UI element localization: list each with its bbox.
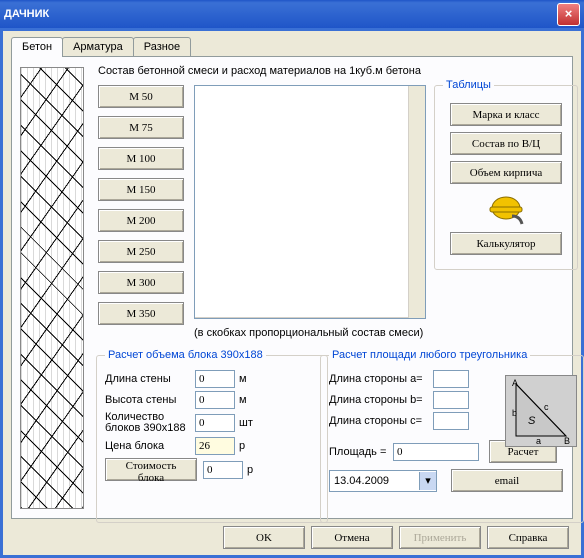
button-bar: OK Отмена Применить Справка <box>3 526 581 549</box>
svg-text:B: B <box>564 436 570 446</box>
wc-ratio-button[interactable]: Состав по В/Ц <box>450 132 562 155</box>
output-textarea[interactable] <box>194 85 426 319</box>
ok-button[interactable]: OK <box>223 526 305 549</box>
grade-m300[interactable]: М 300 <box>98 271 184 294</box>
side-c-input[interactable] <box>433 412 469 430</box>
price-input[interactable] <box>195 437 235 455</box>
page-heading: Состав бетонной смеси и расход материало… <box>98 65 421 77</box>
cost-output[interactable] <box>203 461 243 479</box>
block-legend: Расчет объема блока 390х188 <box>105 349 266 361</box>
tables-group: Таблицы Марка и класс Состав по В/Ц Объе… <box>434 79 578 270</box>
qty-input[interactable] <box>195 414 235 432</box>
triangle-group: Расчет площади любого треугольника A Bb a c… <box>320 349 584 523</box>
cancel-button[interactable]: Отмена <box>311 526 393 549</box>
triangle-figure: A Bb a cS <box>505 375 577 447</box>
grade-m350[interactable]: М 350 <box>98 302 184 325</box>
side-b-label: Длина стороны b= <box>329 394 433 406</box>
wall-len-label: Длина стены <box>105 373 195 385</box>
unit-m: м <box>239 373 257 385</box>
help-button[interactable]: Справка <box>487 526 569 549</box>
wall-len-input[interactable] <box>195 370 235 388</box>
tab-strip: Бетон Арматура Разное <box>11 37 190 57</box>
block-group: Расчет объема блока 390х188 Длина стены м… <box>96 349 328 523</box>
grade-column: М 50 М 75 М 100 М 150 М 200 М 250 М 300 … <box>98 85 184 333</box>
window-title: ДАЧНИК <box>4 8 557 20</box>
client-area: Бетон Арматура Разное Состав бетонной см… <box>3 31 581 555</box>
apply-button[interactable]: Применить <box>399 526 481 549</box>
tab-rebar[interactable]: Арматура <box>62 37 134 57</box>
brick-volume-button[interactable]: Объем кирпича <box>450 161 562 184</box>
area-output[interactable] <box>393 443 479 461</box>
tab-concrete[interactable]: Бетон <box>11 37 63 57</box>
email-button[interactable]: email <box>451 469 563 492</box>
side-a-label: Длина стороны a= <box>329 373 433 385</box>
unit-rub2: р <box>247 464 265 476</box>
grade-m200[interactable]: М 200 <box>98 209 184 232</box>
helmet-icon <box>486 192 526 226</box>
note-text: (в скобках пропорциональный состав смеси… <box>194 327 423 339</box>
date-value: 13.04.2009 <box>330 475 419 487</box>
mark-class-button[interactable]: Марка и класс <box>450 103 562 126</box>
wall-h-input[interactable] <box>195 391 235 409</box>
side-image <box>20 67 84 509</box>
unit-rub: р <box>239 440 257 452</box>
svg-text:b: b <box>512 408 517 418</box>
grade-m50[interactable]: М 50 <box>98 85 184 108</box>
price-label: Цена блока <box>105 440 195 452</box>
calculator-button[interactable]: Калькулятор <box>450 232 562 255</box>
side-c-label: Длина стороны c= <box>329 415 433 427</box>
grade-m250[interactable]: М 250 <box>98 240 184 263</box>
grade-m100[interactable]: М 100 <box>98 147 184 170</box>
svg-text:c: c <box>544 402 549 412</box>
area-label: Площадь = <box>329 446 393 458</box>
tables-legend: Таблицы <box>443 79 494 91</box>
svg-text:a: a <box>536 436 541 446</box>
unit-pcs: шт <box>239 417 257 429</box>
svg-text:S: S <box>528 415 536 427</box>
side-b-input[interactable] <box>433 391 469 409</box>
qty-label: Количество блоков 390х188 <box>105 412 195 434</box>
triangle-legend: Расчет площади любого треугольника <box>329 349 530 361</box>
grade-m75[interactable]: М 75 <box>98 116 184 139</box>
grade-m150[interactable]: М 150 <box>98 178 184 201</box>
tab-panel: Состав бетонной смеси и расход материало… <box>11 56 573 519</box>
block-cost-button[interactable]: Стоимость блока <box>105 458 197 481</box>
svg-text:A: A <box>512 378 518 388</box>
close-icon[interactable]: × <box>557 3 580 26</box>
chevron-down-icon[interactable]: ▾ <box>419 472 436 490</box>
wall-h-label: Высота стены <box>105 394 195 406</box>
title-bar: ДАЧНИК × <box>0 0 584 28</box>
unit-m2: м <box>239 394 257 406</box>
side-a-input[interactable] <box>433 370 469 388</box>
tab-misc[interactable]: Разное <box>133 37 191 57</box>
date-picker[interactable]: 13.04.2009▾ <box>329 470 437 492</box>
